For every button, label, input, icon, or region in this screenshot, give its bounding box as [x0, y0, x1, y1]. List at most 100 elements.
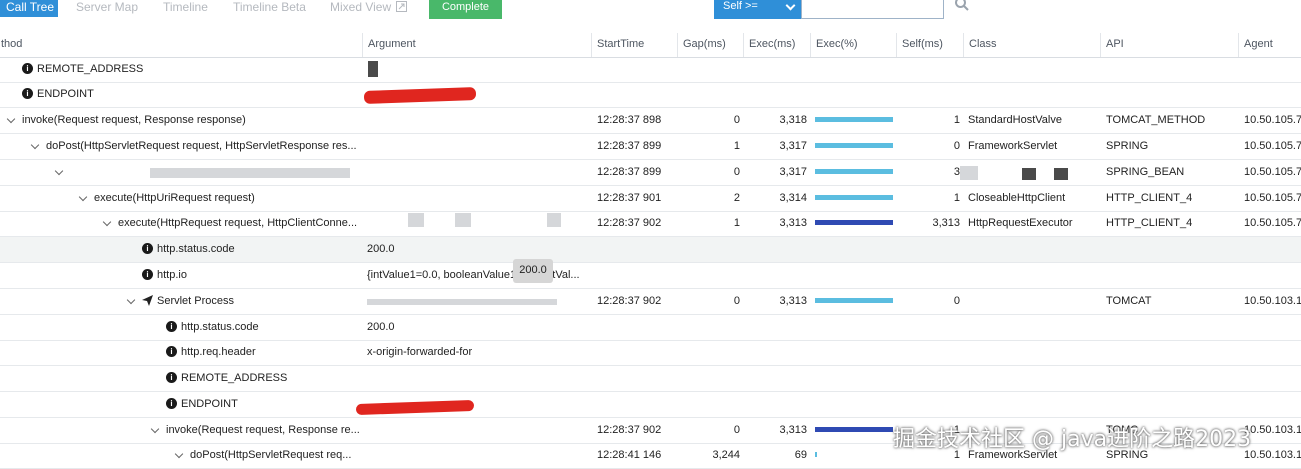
blurred-argument [367, 299, 557, 305]
starttime-cell: 12:28:37 902 [597, 424, 662, 436]
table-row[interactable]: i REMOTE_ADDRESS [0, 366, 1301, 392]
column-header-class[interactable]: Class [963, 33, 1100, 57]
agent-cell: 10.50.105.7 [1244, 166, 1301, 178]
table-row[interactable]: i REMOTE_ADDRESS [0, 57, 1301, 83]
method-label: doPost(HttpServletRequest req... [190, 449, 352, 461]
expand-toggle-icon[interactable] [150, 424, 160, 433]
self-cell: 3,313 [932, 217, 960, 229]
tab-call-tree[interactable]: Call Tree [0, 0, 58, 17]
tab-timeline-beta[interactable]: Timeline Beta [233, 0, 306, 17]
method-cell: doPost(HttpServletRequest req... [0, 443, 538, 468]
gap-cell: 2 [733, 192, 740, 204]
api-cell: HTTP_CLIENT_4 [1106, 192, 1193, 204]
table-row[interactable]: Servlet Process 12:28:37 902 0 3,313 0 TOMCAT… [0, 289, 1301, 315]
blurred-method [150, 168, 350, 178]
class-cell: StandardHostValve [968, 114, 1062, 126]
column-header-exec-percent[interactable]: Exec(%) [810, 33, 896, 57]
expand-toggle-icon[interactable] [54, 166, 64, 175]
exec-percent-bar [815, 452, 817, 457]
redaction-block [1022, 168, 1036, 180]
column-header-argument[interactable]: Argument [362, 33, 591, 57]
method-cell: i REMOTE_ADDRESS [0, 366, 528, 391]
table-row[interactable]: i http.req.header x-origin-forwarded-for [0, 340, 1301, 366]
external-link-icon [396, 1, 408, 12]
toolbar: Call Tree Server Map Timeline Timeline B… [0, 0, 1301, 20]
gap-cell: 1 [733, 140, 740, 152]
method-label: invoke(Request request, Response re... [166, 424, 360, 436]
expand-toggle-icon[interactable] [102, 217, 112, 226]
tab-server-map[interactable]: Server Map [76, 0, 138, 17]
class-cell: FrameworkServlet [968, 140, 1058, 152]
table-row[interactable]: i ENDPOINT [0, 392, 1301, 418]
self-cell: 1 [953, 114, 960, 126]
value-tooltip: 200.0 [513, 259, 553, 283]
exec-percent-bar [815, 143, 893, 148]
tab-timeline[interactable]: Timeline [163, 0, 208, 17]
table-row[interactable]: i ENDPOINT [0, 82, 1301, 108]
self-cell: 0 [953, 295, 960, 307]
expand-toggle-icon[interactable] [6, 114, 16, 123]
self-filter-dropdown[interactable]: Self >= [714, 0, 801, 19]
table-row[interactable]: invoke(Request request, Response respons… [0, 108, 1301, 134]
info-icon: i [166, 371, 177, 383]
argument-cell: x-origin-forwarded-for [367, 346, 473, 358]
method-label: http.req.header [181, 346, 256, 358]
api-cell: SPRING_BEAN [1106, 166, 1185, 178]
table-row[interactable]: i http.status.code 200.0 [0, 315, 1301, 341]
complete-button[interactable]: Complete [429, 0, 502, 19]
column-header-api[interactable]: API [1100, 33, 1238, 57]
starttime-cell: 12:28:37 902 [597, 217, 662, 229]
table-row[interactable]: execute(HttpRequest request, HttpClientC… [0, 211, 1301, 237]
exec-cell: 3,318 [779, 114, 807, 126]
table-row[interactable]: execute(HttpUriRequest request) 12:28:37 … [0, 186, 1301, 212]
class-cell: HttpRequestExecutor [968, 217, 1073, 229]
info-icon: i [142, 242, 153, 254]
table-row[interactable]: i http.status.code 200.0 [0, 237, 1301, 263]
column-header-exec[interactable]: Exec(ms) [743, 33, 810, 57]
api-cell: TOMCAT [1106, 295, 1152, 307]
exec-cell: 3,314 [779, 192, 807, 204]
exec-percent-bar [815, 195, 893, 200]
exec-percent-bar [815, 298, 893, 303]
expand-toggle-icon[interactable] [126, 295, 136, 304]
agent-cell: 10.50.105.7 [1244, 217, 1301, 229]
exec-cell: 3,317 [779, 140, 807, 152]
column-header-self[interactable]: Self(ms) [896, 33, 963, 57]
expand-toggle-icon[interactable] [174, 449, 184, 458]
method-cell: execute(HttpRequest request, HttpClientC… [0, 211, 466, 236]
api-cell: TOMCAT_METHOD [1106, 114, 1206, 126]
blurred-argument [455, 213, 471, 227]
column-header-agent[interactable]: Agent [1238, 33, 1301, 57]
method-label: REMOTE_ADDRESS [181, 372, 288, 384]
search-icon[interactable] [954, 0, 970, 12]
info-icon: i [22, 62, 33, 74]
method-label: http.io [157, 269, 187, 281]
class-cell: CloseableHttpClient [968, 192, 1066, 204]
info-icon: i [22, 87, 33, 99]
column-header-method[interactable]: thod [0, 33, 362, 57]
tab-mixed-view[interactable]: Mixed View [330, 0, 408, 17]
exec-cell: 3,313 [779, 295, 807, 307]
redaction-block [368, 61, 378, 77]
method-cell: i REMOTE_ADDRESS [0, 57, 384, 82]
exec-cell: 69 [794, 449, 807, 461]
method-label: ENDPOINT [181, 398, 238, 410]
starttime-cell: 12:28:41 146 [597, 449, 662, 461]
info-icon: i [166, 397, 177, 409]
method-label: ENDPOINT [37, 88, 94, 100]
gap-cell: 0 [733, 166, 740, 178]
expand-toggle-icon[interactable] [78, 192, 88, 201]
table-row[interactable]: doPost(HttpServletRequest request, HttpS… [0, 134, 1301, 160]
method-label: doPost(HttpServletRequest request, HttpS… [46, 140, 357, 152]
column-header-gap[interactable]: Gap(ms) [677, 33, 743, 57]
table-row[interactable]: i http.io {intValue1=0.0, booleanValue1 ntV… [0, 263, 1301, 289]
api-cell: SPRING [1106, 140, 1149, 152]
argument-cell: {intValue1=0.0, booleanValue1 ntVal... [367, 269, 580, 281]
self-filter-input[interactable] [801, 0, 944, 19]
expand-toggle-icon[interactable] [30, 140, 40, 149]
method-label: execute(HttpRequest request, HttpClientC… [118, 217, 358, 229]
info-icon: i [142, 268, 153, 280]
column-header-starttime[interactable]: StartTime [591, 33, 677, 57]
table-header: thod Argument StartTime Gap(ms) Exec(ms)… [0, 33, 1301, 58]
method-label: http.status.code [181, 321, 259, 333]
